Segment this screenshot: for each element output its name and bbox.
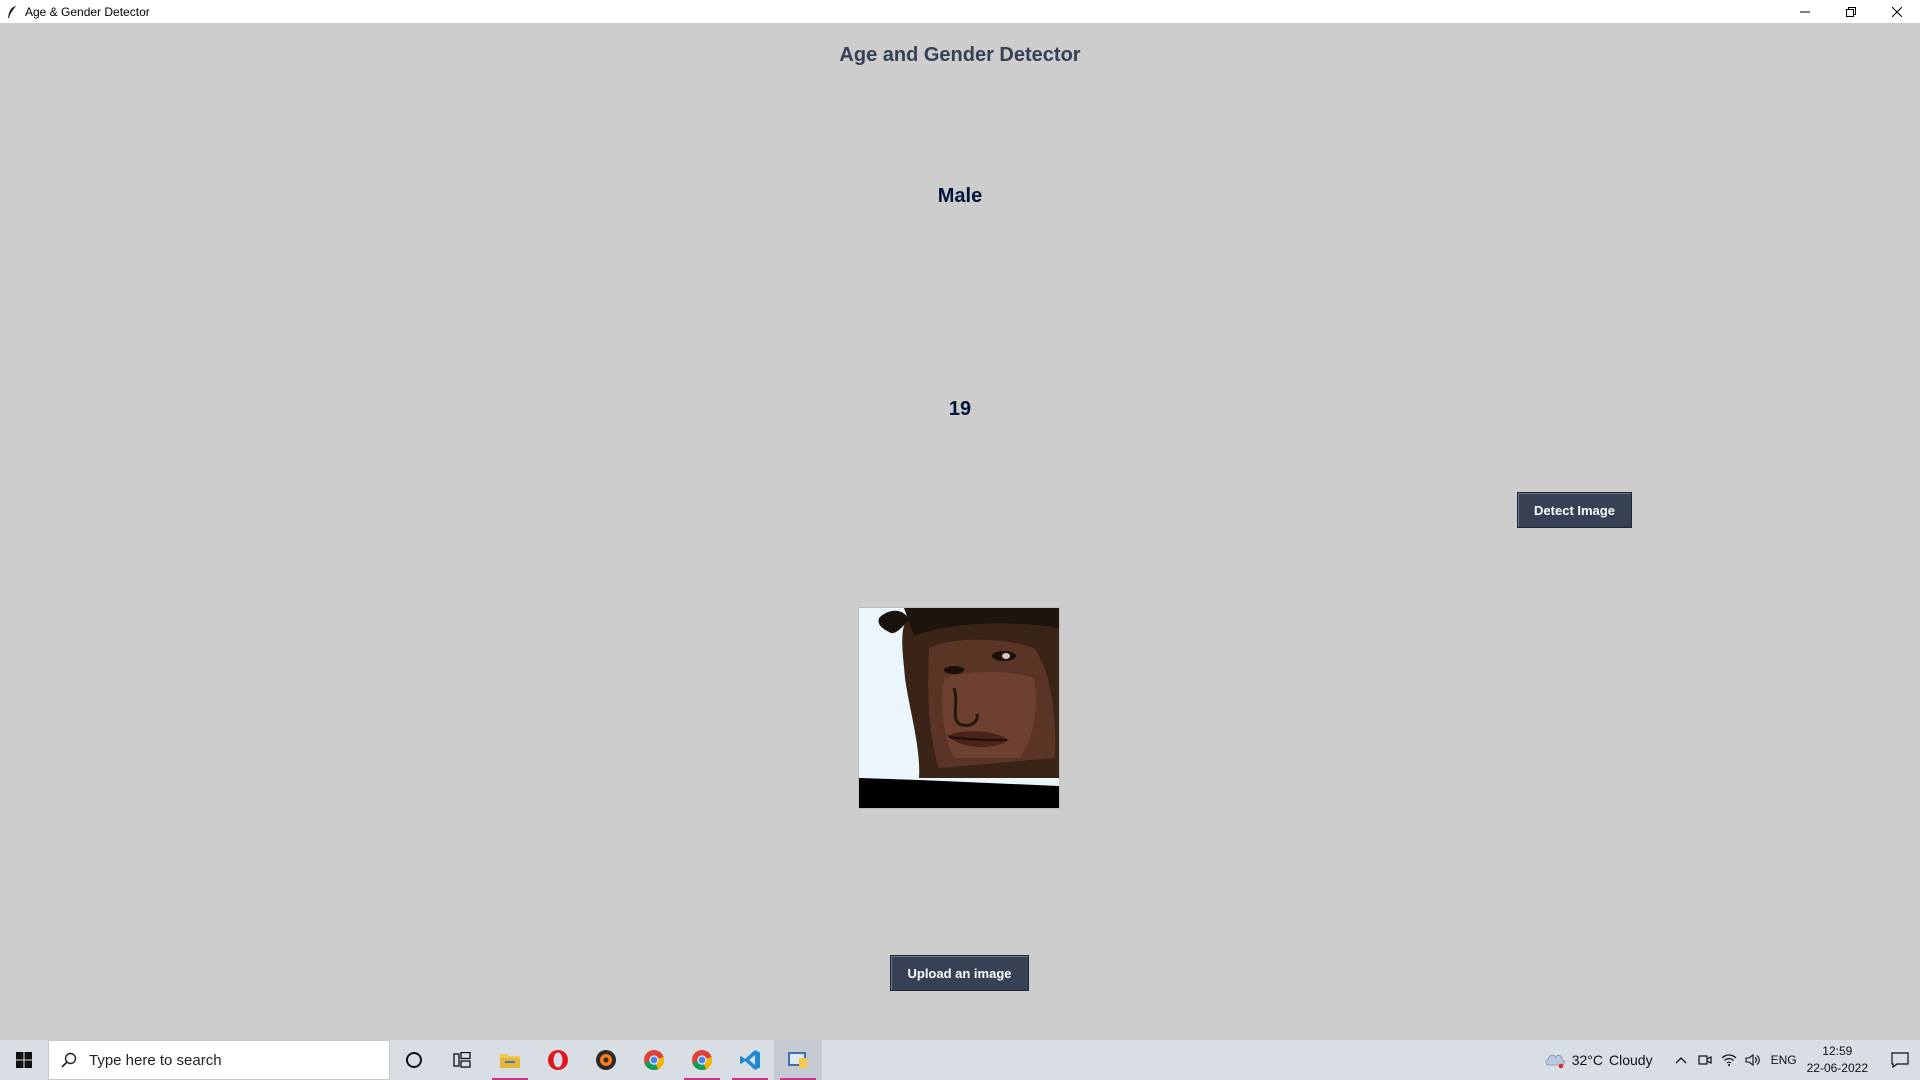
meet-now-icon[interactable]	[1693, 1040, 1717, 1080]
windows-taskbar: Type here to search 32°C Cloudy ENG 12:5…	[0, 1040, 1920, 1080]
clock-time: 12:59	[1822, 1044, 1853, 1058]
window-controls	[1782, 0, 1920, 23]
window-title: Age & Gender Detector	[25, 4, 150, 19]
uploaded-face-image	[858, 607, 1060, 809]
opera-icon[interactable]	[534, 1040, 582, 1080]
upload-image-button[interactable]: Upload an image	[890, 955, 1029, 991]
windows-logo-icon	[16, 1052, 32, 1068]
cloud-icon	[1545, 1054, 1565, 1069]
weather-condition: Cloudy	[1609, 1052, 1653, 1068]
taskbar-clock[interactable]: 12:59 22-06-2022	[1807, 1043, 1868, 1077]
gender-result-label: Male	[937, 185, 983, 207]
notification-center-icon[interactable]	[1880, 1040, 1920, 1080]
system-tray: 32°C Cloudy ENG 12:59 22-06-2022	[1544, 1040, 1920, 1080]
app-canvas: Age and Gender Detector Male 19 Detect I…	[0, 23, 1920, 1040]
chevron-up-icon[interactable]	[1669, 1040, 1693, 1080]
weather-temperature: 32°C	[1571, 1052, 1603, 1068]
vscode-icon[interactable]	[726, 1040, 774, 1080]
feather-app-icon	[5, 5, 19, 19]
volume-icon[interactable]	[1741, 1040, 1765, 1080]
cortana-icon[interactable]	[390, 1040, 438, 1080]
search-placeholder: Type here to search	[89, 1051, 222, 1069]
page-title: Age and Gender Detector	[839, 44, 1081, 66]
chrome-profile-icon[interactable]	[678, 1040, 726, 1080]
chrome-icon[interactable]	[630, 1040, 678, 1080]
wifi-icon[interactable]	[1717, 1040, 1741, 1080]
window-titlebar: Age & Gender Detector	[0, 0, 1920, 23]
age-result-label: 19	[948, 398, 972, 420]
clock-date: 22-06-2022	[1806, 1061, 1868, 1075]
taskbar-search-box[interactable]: Type here to search	[48, 1040, 390, 1080]
minimize-button[interactable]	[1782, 0, 1828, 23]
search-icon	[61, 1052, 77, 1068]
start-button[interactable]	[0, 1040, 48, 1080]
python-app-icon[interactable]	[774, 1040, 822, 1080]
media-player-icon[interactable]	[582, 1040, 630, 1080]
file-explorer-icon[interactable]	[486, 1040, 534, 1080]
weather-widget[interactable]: 32°C Cloudy	[1544, 1051, 1653, 1069]
language-indicator[interactable]: ENG	[1771, 1053, 1797, 1067]
close-button[interactable]	[1874, 0, 1920, 23]
detect-image-button[interactable]: Detect Image	[1517, 492, 1632, 528]
restore-button[interactable]	[1828, 0, 1874, 23]
task-view-icon[interactable]	[438, 1040, 486, 1080]
